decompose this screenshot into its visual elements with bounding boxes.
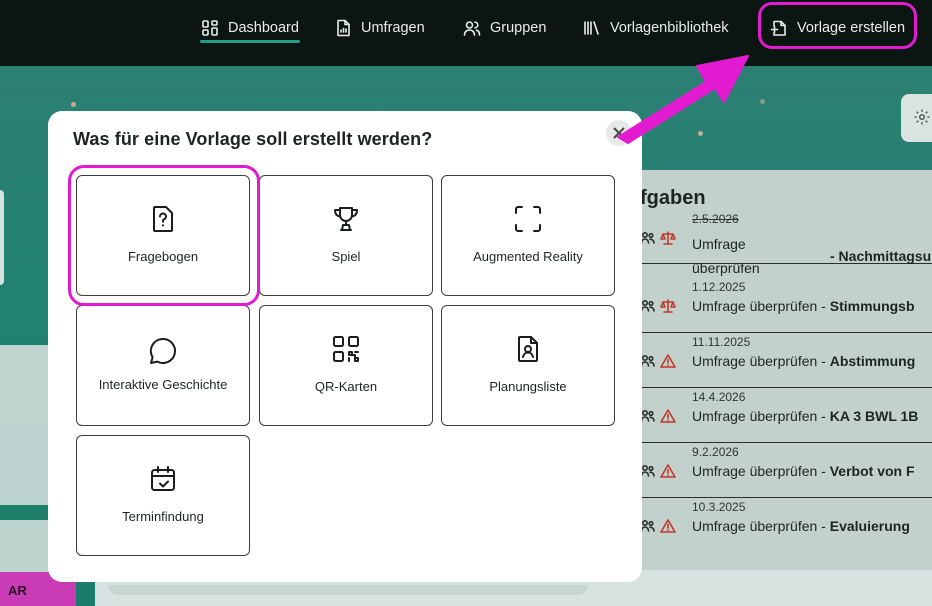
gear-icon xyxy=(914,109,930,125)
nav-library-label: Vorlagenbibliothek xyxy=(610,20,729,36)
tile-label: Planungsliste xyxy=(489,378,567,394)
groups-icon xyxy=(463,21,481,36)
survey-icon xyxy=(337,19,350,37)
warning-icon xyxy=(660,409,676,423)
bg-bottom-card xyxy=(108,585,588,595)
task-date: 1.12.2025 xyxy=(692,280,746,294)
warning-icon xyxy=(660,464,676,478)
calendar-check-icon xyxy=(151,465,175,491)
nav-dashboard[interactable]: Dashboard xyxy=(201,16,299,40)
task-text: Umfrage überprüfen - KA 3 BWL 1B xyxy=(692,408,919,424)
tile-label: QR-Karten xyxy=(314,378,378,394)
warning-icon xyxy=(660,354,676,368)
close-icon xyxy=(613,127,625,139)
nav-surveys[interactable]: Umfragen xyxy=(334,16,425,40)
task-row[interactable]: 11.11.2025 Umfrage überprüfen - Abstimmu… xyxy=(640,333,932,388)
decor-sparkle xyxy=(71,102,76,107)
task-date: 9.2.2026 xyxy=(692,445,739,459)
tile-terminfindung[interactable]: Terminfindung xyxy=(76,435,250,556)
scale-icon xyxy=(660,299,676,313)
groups-icon xyxy=(640,231,655,244)
groups-icon xyxy=(640,299,655,312)
task-date: 14.4.2026 xyxy=(692,390,746,404)
tile-interaktive-geschichte[interactable]: Interaktive Geschichte xyxy=(76,305,250,426)
nav-groups-label: Gruppen xyxy=(490,20,547,36)
decor-sparkle xyxy=(760,99,765,104)
nav-dashboard-label: Dashboard xyxy=(228,20,299,36)
close-button[interactable] xyxy=(606,120,632,146)
task-row[interactable]: 2.5.2026 Umfrage überprüfen - Nachmittag… xyxy=(640,210,932,276)
task-row[interactable]: 14.4.2026 Umfrage überprüfen - KA 3 BWL … xyxy=(640,388,932,443)
nav-active-indicator xyxy=(200,40,300,43)
qr-code-icon xyxy=(333,335,359,362)
task-row[interactable]: 9.2.2026 Umfrage überprüfen - Verbot von… xyxy=(640,443,932,498)
tile-augmented-reality[interactable]: Augmented Reality xyxy=(441,175,615,296)
tile-label: Terminfindung xyxy=(122,508,204,524)
tile-label: Augmented Reality xyxy=(473,248,583,264)
decor-sparkle xyxy=(698,131,703,136)
tile-label: Interaktive Geschichte xyxy=(98,376,228,392)
groups-icon xyxy=(640,409,655,422)
groups-icon xyxy=(640,354,655,367)
task-text: Umfrage überprüfen xyxy=(692,236,760,276)
user-file-icon xyxy=(518,335,538,362)
scan-frame-icon xyxy=(515,205,541,232)
top-navigation: Dashboard Umfragen Gruppen Vorlagenbibli… xyxy=(0,0,932,66)
nav-groups[interactable]: Gruppen xyxy=(463,16,546,40)
tile-spiel[interactable]: Spiel xyxy=(259,175,433,296)
speech-bubble-icon xyxy=(149,337,177,364)
trophy-icon xyxy=(334,206,358,231)
tile-qr-karten[interactable]: QR-Karten xyxy=(259,305,433,426)
task-text: Umfrage überprüfen - Evaluierung xyxy=(692,518,910,534)
scale-icon xyxy=(660,231,676,245)
dialog-title: Was für eine Vorlage soll erstellt werde… xyxy=(73,129,433,149)
highlight-fragebogen xyxy=(68,165,260,306)
task-row[interactable]: 1.12.2025 Umfrage überprüfen - Stimmungs… xyxy=(640,278,932,333)
groups-icon xyxy=(640,464,655,477)
tile-label: Spiel xyxy=(331,248,361,264)
tasks-title: fgaben xyxy=(640,187,706,209)
task-text: Umfrage überprüfen - Verbot von F xyxy=(692,463,915,479)
settings-button[interactable] xyxy=(901,94,932,142)
nav-library[interactable]: Vorlagenbibliothek xyxy=(583,16,729,40)
task-date: 10.3.2025 xyxy=(692,500,746,514)
task-date: 2.5.2026 xyxy=(692,212,739,226)
dashboard-icon xyxy=(202,20,218,36)
groups-icon xyxy=(640,519,655,532)
tile-planungsliste[interactable]: Planungsliste xyxy=(441,305,615,426)
task-text: Umfrage überprüfen - Stimmungsb xyxy=(692,298,915,314)
warning-icon xyxy=(660,519,676,533)
task-date: 11.11.2025 xyxy=(692,335,751,349)
library-icon xyxy=(584,21,599,35)
bg-left-card xyxy=(0,190,4,285)
task-survey-name: - Nachmittagsu xyxy=(830,248,932,264)
nav-surveys-label: Umfragen xyxy=(361,20,425,36)
task-text: Umfrage überprüfen - Abstimmung xyxy=(692,353,916,369)
highlight-create-template xyxy=(758,2,917,49)
task-row[interactable]: 10.3.2025 Umfrage überprüfen - Evaluieru… xyxy=(640,498,932,553)
